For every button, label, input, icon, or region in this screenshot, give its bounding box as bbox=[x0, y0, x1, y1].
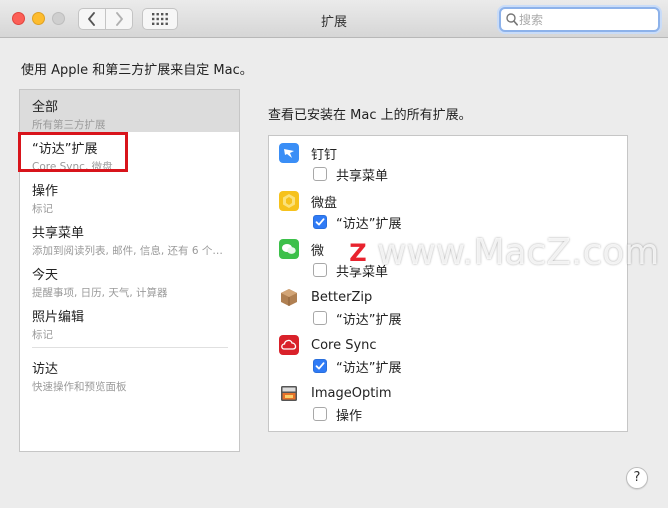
app-row-wechat: 微 bbox=[279, 238, 324, 260]
extension-checkbox[interactable] bbox=[313, 167, 327, 181]
extension-toggle-row[interactable]: 共享菜单 bbox=[313, 164, 388, 184]
sidebar-item-subtitle: 标记 bbox=[32, 203, 53, 215]
extension-toggle-row[interactable]: “访达”扩展 bbox=[313, 308, 401, 328]
sidebar-item-subtitle: 添加到阅读列表, 邮件, 信息, 还有 6 个… bbox=[32, 245, 223, 257]
search-field[interactable] bbox=[499, 7, 660, 32]
app-row-dingtalk: 钉钉 bbox=[279, 142, 337, 164]
app-name: 钉钉 bbox=[311, 147, 338, 163]
app-row-core-sync: Core Sync bbox=[279, 334, 377, 356]
sidebar-item-subtitle: 所有第三方扩展 bbox=[32, 119, 106, 131]
app-name: 微 bbox=[311, 243, 325, 259]
sidebar-item-today[interactable]: 今天 提醒事项, 日历, 天气, 计算器 bbox=[20, 258, 239, 300]
wechat-icon bbox=[279, 239, 299, 259]
betterzip-icon bbox=[279, 287, 299, 307]
sidebar-item-title: 访达 bbox=[32, 362, 59, 377]
sidebar-item-title: 全部 bbox=[32, 100, 59, 115]
sidebar-item-title: 照片编辑 bbox=[32, 310, 85, 325]
extension-checkbox[interactable] bbox=[313, 407, 327, 421]
title-bar: 扩展 bbox=[0, 0, 668, 38]
search-icon bbox=[506, 13, 518, 26]
sidebar-item-share-menu[interactable]: 共享菜单 添加到阅读列表, 邮件, 信息, 还有 6 个… bbox=[20, 216, 239, 258]
core-sync-icon bbox=[279, 335, 299, 355]
watermark-logo: Z bbox=[343, 237, 373, 268]
sidebar-item-title: 今天 bbox=[32, 268, 59, 283]
sidebar-item-title: 操作 bbox=[32, 184, 59, 199]
help-button[interactable]: ? bbox=[626, 467, 648, 489]
watermark: Z www.MacZ.com bbox=[343, 232, 659, 273]
search-input[interactable] bbox=[519, 11, 654, 29]
extension-toggle-row[interactable]: “访达”扩展 bbox=[313, 356, 401, 376]
extension-label: “访达”扩展 bbox=[336, 216, 402, 232]
app-name: BetterZip bbox=[311, 289, 373, 305]
page-description: 使用 Apple 和第三方扩展来自定 Mac。 bbox=[21, 63, 253, 78]
extension-checkbox[interactable] bbox=[313, 311, 327, 325]
sidebar-item-finder[interactable]: 访达 快速操作和预览面板 bbox=[20, 352, 239, 394]
sidebar-item-photos-editing[interactable]: 照片编辑 标记 bbox=[20, 300, 239, 342]
extension-checkbox[interactable] bbox=[313, 359, 327, 373]
app-name: 微盘 bbox=[311, 195, 338, 211]
dingtalk-icon bbox=[279, 143, 299, 163]
extension-toggle-row[interactable]: 操作 bbox=[313, 404, 362, 424]
imageoptim-icon bbox=[279, 383, 299, 403]
watermark-text: www.MacZ.com bbox=[377, 232, 660, 273]
sidebar-item-title: 共享菜单 bbox=[32, 226, 85, 241]
extension-label: 共享菜单 bbox=[336, 168, 389, 184]
app-row-imageoptim: ImageOptim bbox=[279, 382, 392, 404]
sidebar-item-subtitle: 提醒事项, 日历, 天气, 计算器 bbox=[32, 287, 168, 299]
sidebar-item-actions[interactable]: 操作 标记 bbox=[20, 174, 239, 216]
sidebar-item-subtitle: 标记 bbox=[32, 329, 53, 341]
extension-label: “访达”扩展 bbox=[336, 312, 402, 328]
sidebar-divider bbox=[32, 347, 228, 348]
app-name: ImageOptim bbox=[311, 385, 392, 401]
highlight-annotation-box bbox=[18, 132, 128, 172]
extension-label: “访达”扩展 bbox=[336, 360, 402, 376]
extension-toggle-row[interactable]: “访达”扩展 bbox=[313, 212, 401, 232]
checkmark-icon bbox=[315, 362, 325, 370]
sidebar-item-subtitle: 快速操作和预览面板 bbox=[32, 381, 127, 393]
app-row-betterzip: BetterZip bbox=[279, 286, 372, 308]
panel-description: 查看已安装在 Mac 上的所有扩展。 bbox=[268, 108, 472, 123]
weipan-icon bbox=[279, 191, 299, 211]
app-row-weipan: 微盘 bbox=[279, 190, 337, 212]
extensions-list: 钉钉 共享菜单 微盘 “访达”扩展 微 共享菜单 BetterZip “访达”扩… bbox=[268, 135, 628, 432]
extension-checkbox[interactable] bbox=[313, 215, 327, 229]
extension-checkbox[interactable] bbox=[313, 263, 327, 277]
sidebar-item-all[interactable]: 全部 所有第三方扩展 bbox=[20, 90, 239, 132]
extension-label: 操作 bbox=[336, 408, 363, 424]
app-name: Core Sync bbox=[311, 337, 377, 353]
checkmark-icon bbox=[315, 218, 325, 226]
